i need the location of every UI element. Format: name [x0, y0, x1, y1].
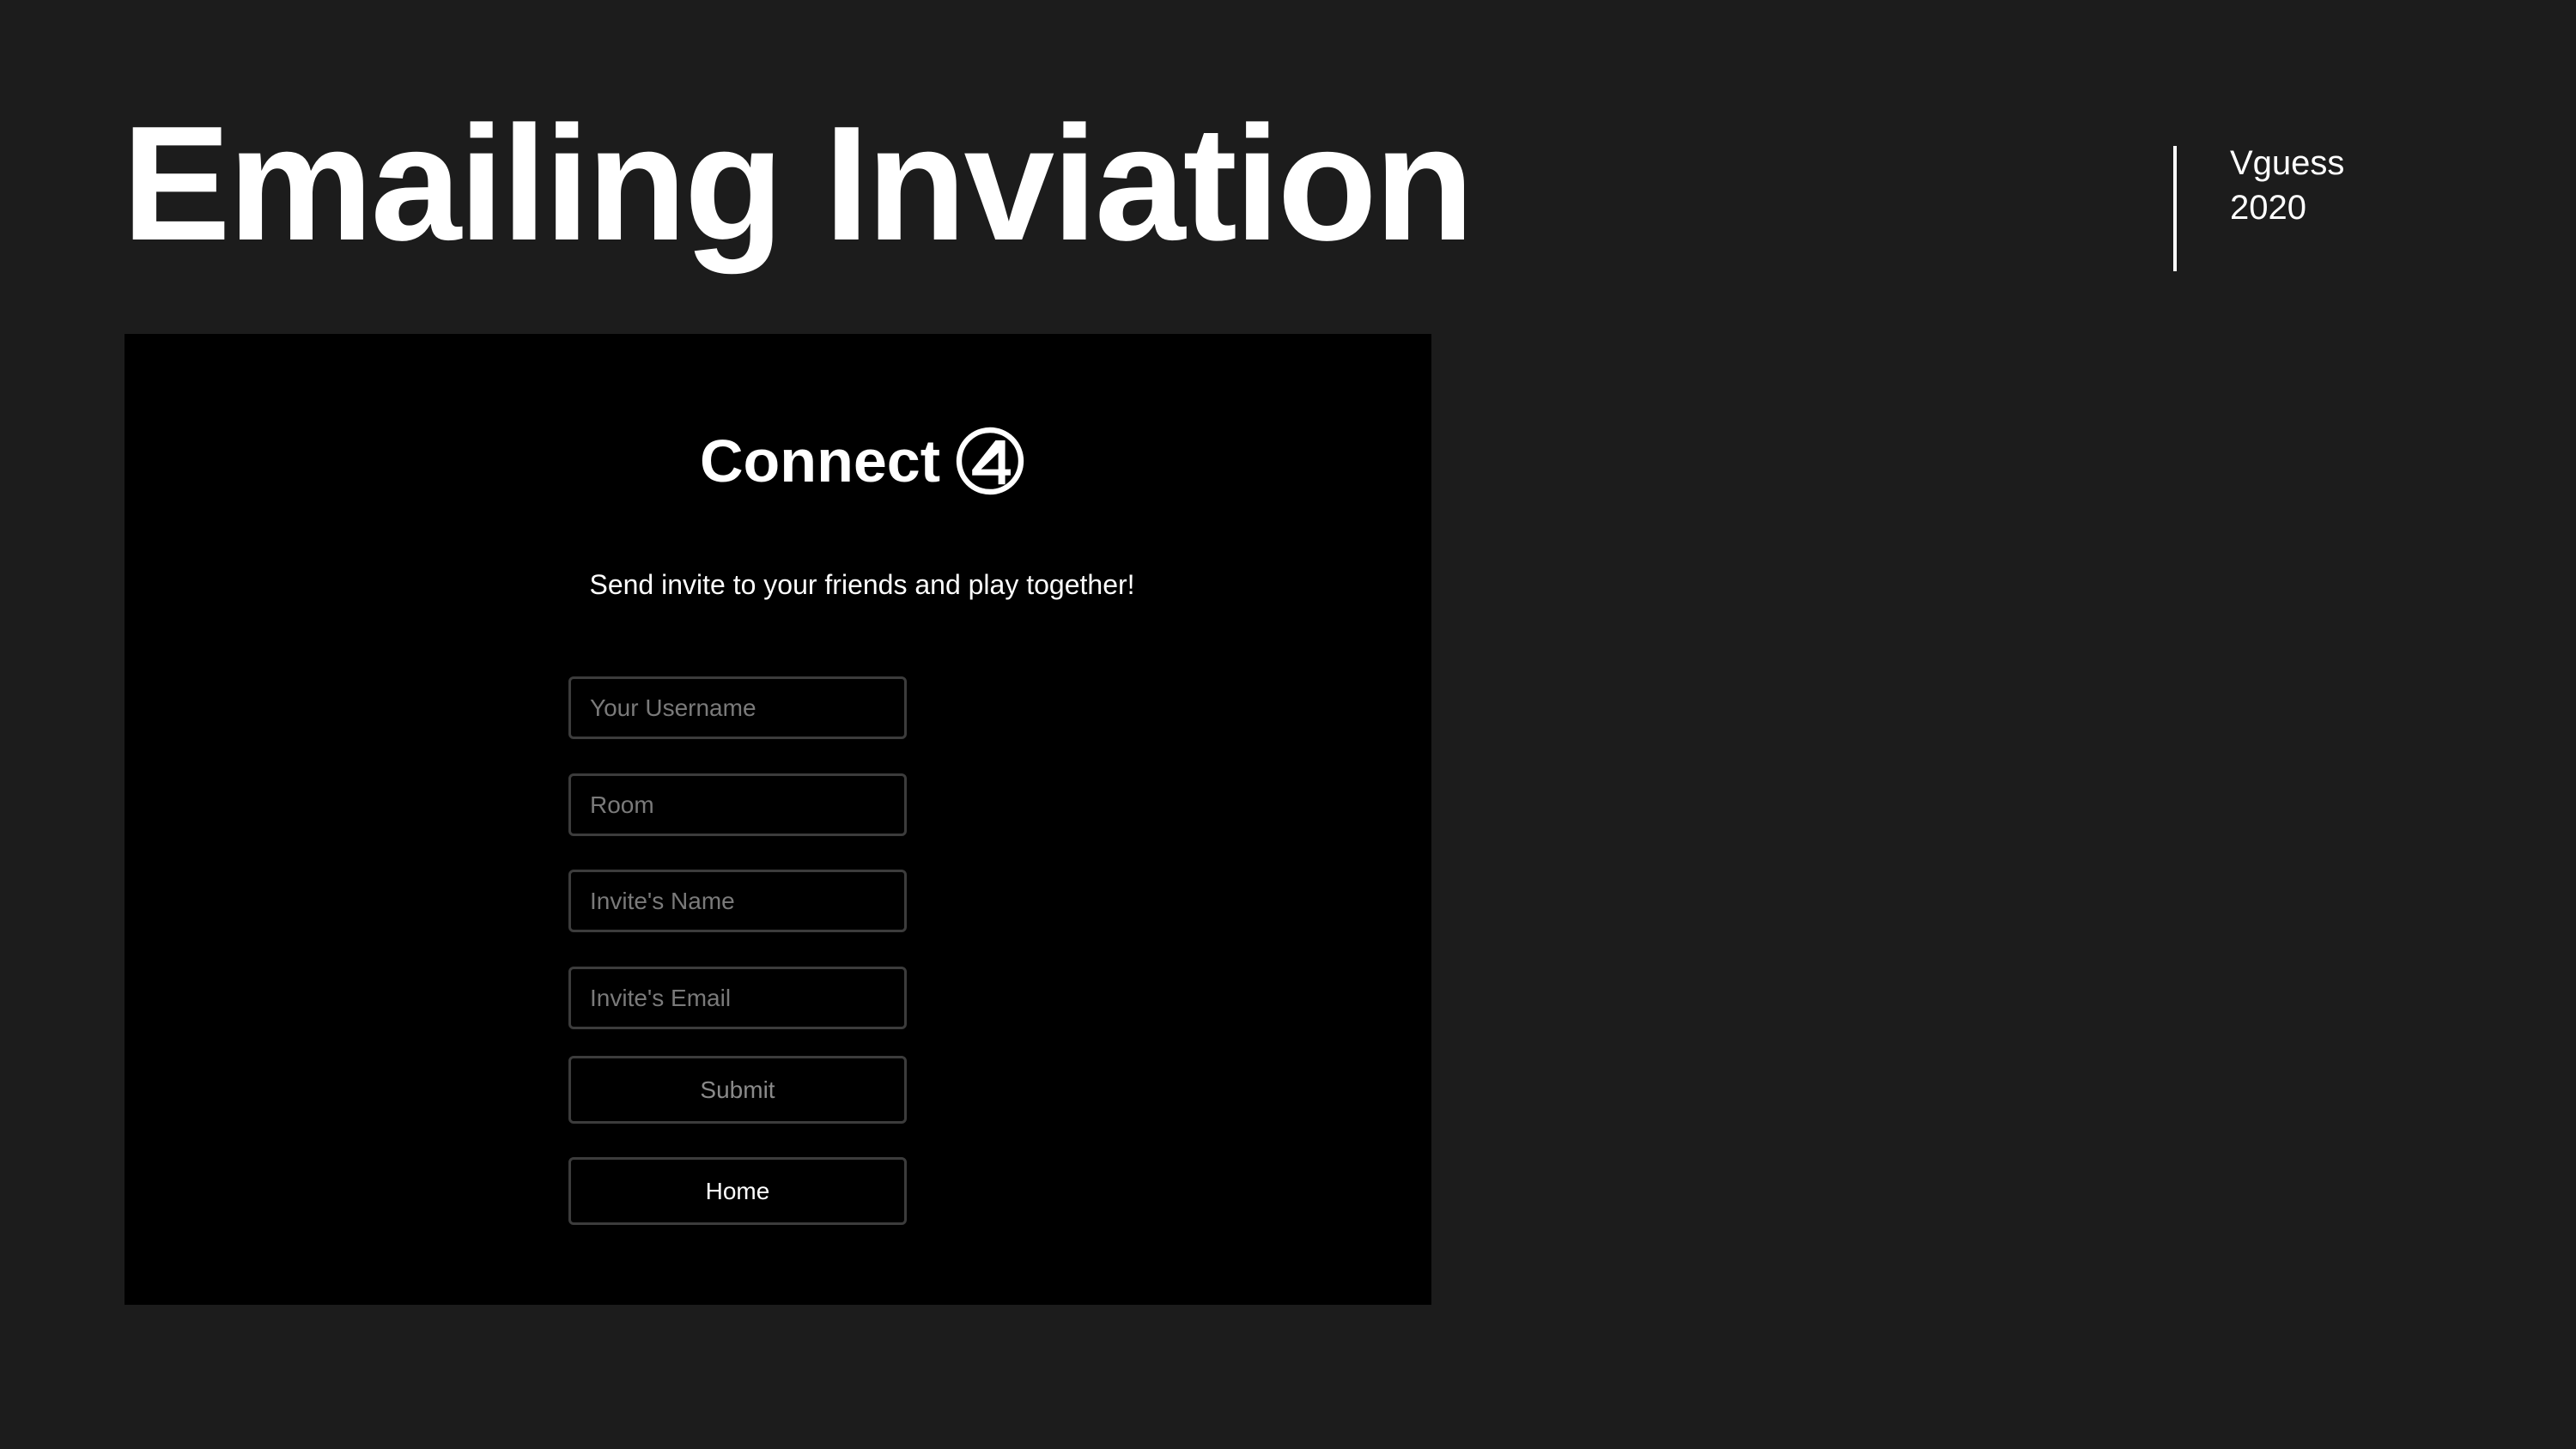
invite-name-input[interactable] — [568, 870, 907, 932]
submit-button[interactable]: Submit — [568, 1056, 907, 1124]
username-input[interactable] — [568, 676, 907, 739]
meta-divider — [2173, 146, 2177, 271]
home-button[interactable]: Home — [568, 1157, 907, 1225]
app-header: Connect — [125, 427, 1600, 495]
tagline: Send invite to your friends and play tog… — [589, 569, 1135, 600]
year-label: 2020 — [2230, 189, 2306, 227]
author-label: Vguess — [2230, 144, 2345, 182]
invite-email-input[interactable] — [568, 967, 907, 1029]
room-input[interactable] — [568, 773, 907, 836]
app-title: Connect — [700, 427, 940, 494]
slide-title: Emailing Inviation — [122, 93, 1474, 275]
circled-four-icon — [956, 427, 1024, 495]
slide-meta: Vguess 2020 — [2230, 141, 2344, 230]
app-screenshot: Connect Send invite to your friends and … — [125, 334, 1431, 1305]
